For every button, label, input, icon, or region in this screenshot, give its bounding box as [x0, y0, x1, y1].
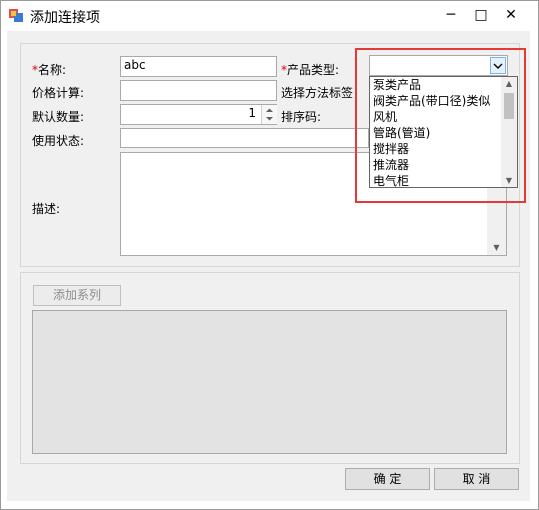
default-qty-stepper[interactable]: 1 [120, 104, 277, 125]
name-label: *名称: [32, 63, 67, 77]
product-type-label: *产品类型: [281, 63, 340, 77]
usage-label: 使用状态: [32, 134, 85, 148]
scroll-down-icon[interactable]: ▼ [487, 243, 506, 252]
spin-up-icon[interactable] [266, 108, 273, 113]
ok-button[interactable]: 确 定 [345, 468, 430, 490]
cancel-button[interactable]: 取 消 [434, 468, 519, 490]
minimize-button[interactable]: ─ [437, 4, 465, 26]
name-input[interactable]: abc [120, 56, 277, 77]
desc-label: 描述: [32, 202, 61, 216]
default-qty-label: 默认数量: [32, 110, 85, 124]
window-title: 添加连接项 [30, 10, 100, 26]
spin-down-icon[interactable] [266, 117, 273, 121]
qty-spin-buttons[interactable] [261, 105, 277, 124]
maximize-button[interactable]: □ [467, 4, 495, 26]
series-grid[interactable] [32, 310, 507, 454]
usage-input[interactable] [120, 128, 369, 148]
app-form-icon [9, 9, 23, 22]
method-tag-label: 选择方法标签 [281, 86, 354, 100]
add-series-button[interactable]: 添加系列 [33, 285, 121, 306]
close-button[interactable]: ✕ [497, 4, 525, 26]
highlight-box [355, 48, 526, 203]
price-label: 价格计算: [32, 86, 85, 100]
price-input[interactable] [120, 80, 277, 101]
sort-label: 排序码: [281, 110, 322, 124]
